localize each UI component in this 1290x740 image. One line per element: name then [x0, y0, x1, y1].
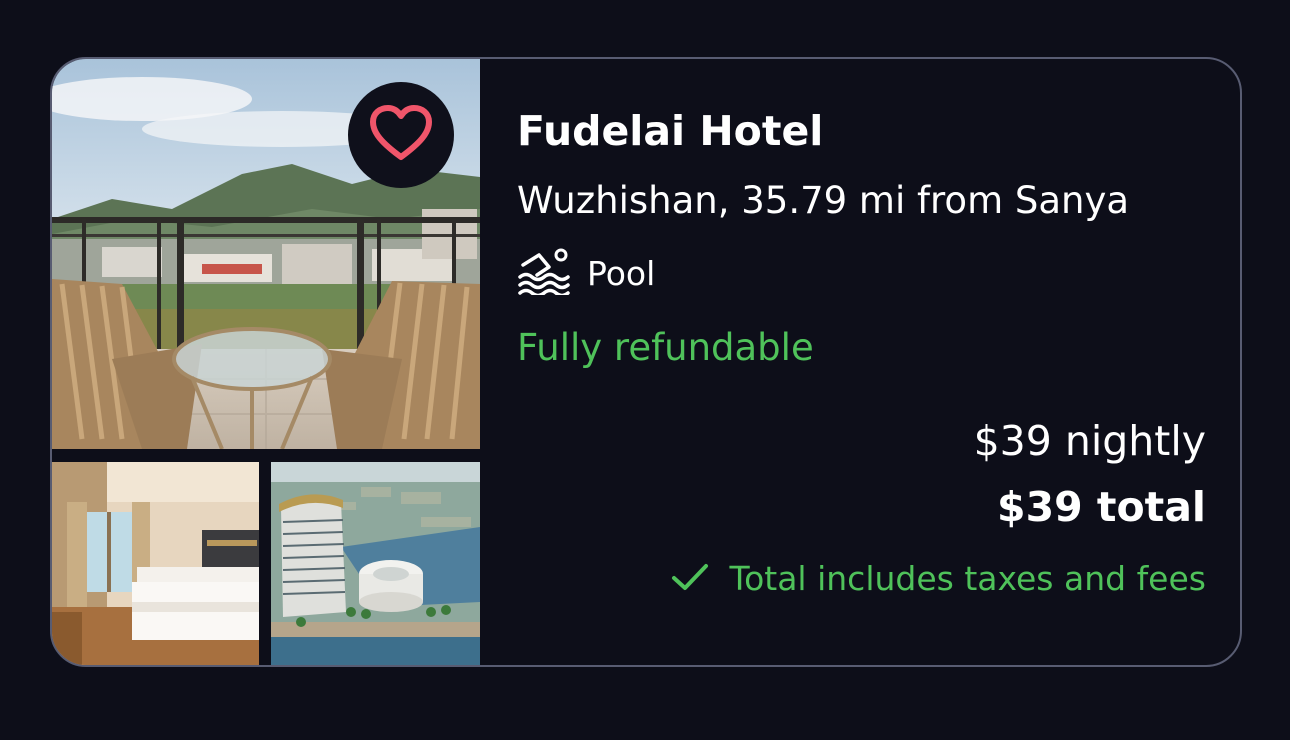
checkmark-icon: [670, 561, 710, 597]
hotel-location: Wuzhishan, 35.79 mi from Sanya: [517, 179, 1130, 222]
taxes-note-label: Total includes taxes and fees: [729, 559, 1206, 598]
amenity-item: Pool: [517, 247, 655, 299]
photo-gallery[interactable]: [52, 59, 480, 665]
bedroom-photo[interactable]: [52, 462, 259, 665]
refund-policy: Fully refundable: [517, 326, 814, 369]
hotel-name[interactable]: Fudelai Hotel: [517, 107, 823, 155]
hotel-card[interactable]: Fudelai Hotel Wuzhishan, 35.79 mi from S…: [50, 57, 1242, 667]
nightly-price: $39 nightly: [973, 417, 1206, 465]
total-price: $39 total: [997, 483, 1206, 531]
hotel-details: Fudelai Hotel Wuzhishan, 35.79 mi from S…: [480, 59, 1240, 665]
swimming-pool-icon: [517, 247, 573, 299]
taxes-note: Total includes taxes and fees: [670, 559, 1206, 598]
exterior-photo[interactable]: [271, 462, 480, 665]
amenity-label: Pool: [587, 253, 656, 293]
favorite-button[interactable]: [348, 82, 454, 188]
heart-icon: [368, 103, 434, 167]
